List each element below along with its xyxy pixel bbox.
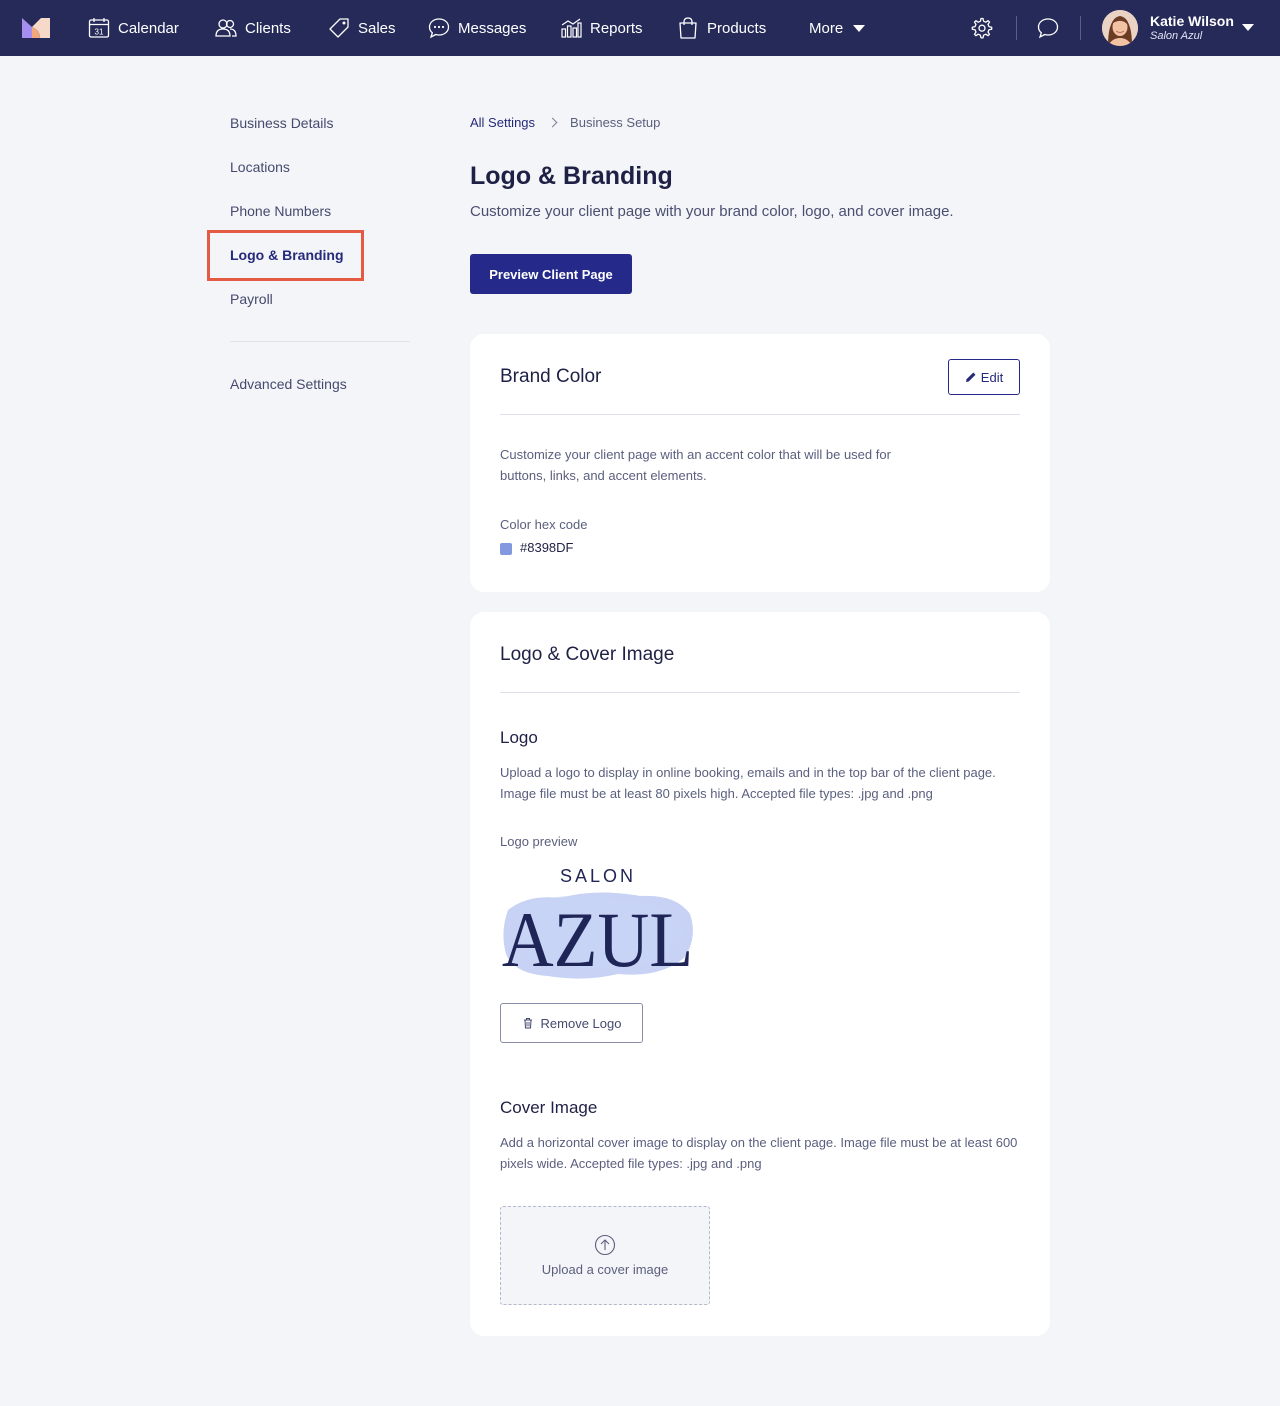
gear-icon: [971, 17, 993, 39]
nav-clients-label: Clients: [245, 19, 291, 37]
logo-preview-image: SALON AZUL: [502, 866, 693, 984]
chevron-down-icon: [853, 24, 866, 32]
sidebar-item-logo-branding[interactable]: Logo & Branding: [230, 247, 344, 263]
logo-cover-card: Logo & Cover Image Logo Upload a logo to…: [470, 612, 1050, 1336]
tag-icon: [329, 18, 349, 38]
page-title: Logo & Branding: [470, 162, 673, 190]
bar-chart-icon: [561, 18, 582, 38]
brand-color-swatch: [500, 543, 512, 555]
sidebar-item-payroll[interactable]: Payroll: [230, 291, 273, 307]
nav-messages[interactable]: Messages: [428, 0, 526, 56]
logo-small-text: SALON: [560, 866, 636, 886]
upload-cover-dropzone[interactable]: Upload a cover image: [500, 1206, 710, 1305]
logo-heading: Logo: [500, 728, 538, 747]
nav-calendar[interactable]: 31 Calendar: [88, 0, 179, 56]
chevron-right-icon: [547, 117, 558, 128]
nav-products-label: Products: [707, 19, 767, 37]
logo-description: Upload a logo to display in online booki…: [500, 765, 996, 801]
cover-image-description: Add a horizontal cover image to display …: [500, 1135, 1018, 1171]
chevron-down-icon: [1242, 24, 1254, 31]
remove-logo-button[interactable]: Remove Logo: [500, 1003, 643, 1043]
card-divider: [500, 692, 1020, 693]
settings-button[interactable]: [967, 14, 995, 42]
top-navigation-bar: 31 Calendar Clients Sales Messages Repor…: [0, 0, 1280, 56]
sidebar-item-advanced-settings[interactable]: Advanced Settings: [230, 376, 347, 392]
user-name: Katie Wilson: [1150, 13, 1234, 30]
messages-shortcut-button[interactable]: [1034, 14, 1062, 42]
preview-client-page-button[interactable]: Preview Client Page: [470, 254, 632, 294]
clients-icon: [215, 19, 237, 37]
nav-sales[interactable]: Sales: [328, 0, 396, 56]
calendar-icon: 31: [88, 18, 110, 38]
nav-products[interactable]: Products: [677, 0, 766, 56]
shopping-bag-icon: [679, 17, 697, 39]
nav-reports[interactable]: Reports: [560, 0, 643, 56]
nav-divider: [1080, 16, 1081, 40]
page-subtitle: Customize your client page with your bra…: [470, 203, 954, 220]
calendar-icon-day: 31: [95, 28, 104, 37]
sidebar-divider: [230, 341, 410, 342]
edit-label: Edit: [980, 369, 1004, 385]
pencil-icon: [965, 372, 976, 382]
brand-color-card: Brand Color Edit Customize your client p…: [470, 334, 1050, 592]
nav-sales-label: Sales: [358, 19, 396, 37]
logo-preview-label: Logo preview: [500, 834, 578, 849]
trash-icon: [523, 1018, 532, 1029]
breadcrumb-current: Business Setup: [570, 115, 661, 130]
logo-cover-title: Logo & Cover Image: [500, 644, 675, 665]
user-photo-icon: [1102, 10, 1138, 46]
hex-code-label: Color hex code: [500, 517, 588, 532]
app-logo-icon[interactable]: [22, 18, 50, 38]
sidebar-item-phone-numbers[interactable]: Phone Numbers: [230, 203, 331, 219]
brand-color-title: Brand Color: [500, 366, 602, 387]
user-menu[interactable]: Katie Wilson Salon Azul: [1102, 10, 1254, 46]
nav-reports-label: Reports: [590, 19, 643, 37]
breadcrumb-all-settings[interactable]: All Settings: [470, 115, 535, 130]
nav-more-dropdown[interactable]: More: [809, 0, 866, 56]
nav-more-label: More: [809, 19, 844, 37]
remove-logo-label: Remove Logo: [540, 1015, 622, 1031]
nav-divider: [1016, 16, 1017, 40]
upload-arrow-icon: [594, 1234, 616, 1256]
speech-bubble-icon: [1037, 18, 1059, 39]
sidebar-item-business-details[interactable]: Business Details: [230, 115, 334, 131]
user-business: Salon Azul: [1150, 29, 1203, 42]
card-divider: [500, 414, 1020, 415]
sidebar-item-locations[interactable]: Locations: [230, 159, 290, 175]
upload-cover-label: Upload a cover image: [541, 1262, 669, 1277]
chat-bubble-icon: [428, 18, 450, 39]
breadcrumb: All Settings Business Setup: [470, 115, 660, 130]
avatar: [1102, 10, 1138, 46]
nav-calendar-label: Calendar: [118, 19, 179, 37]
logo-big-text: AZUL: [502, 897, 693, 983]
nav-clients[interactable]: Clients: [215, 0, 291, 56]
edit-brand-color-button[interactable]: Edit: [948, 359, 1020, 395]
cover-image-heading: Cover Image: [500, 1098, 598, 1117]
nav-messages-label: Messages: [458, 19, 527, 37]
brand-color-description: Customize your client page with an accen…: [500, 447, 891, 483]
hex-code-value: #8398DF: [520, 540, 574, 555]
